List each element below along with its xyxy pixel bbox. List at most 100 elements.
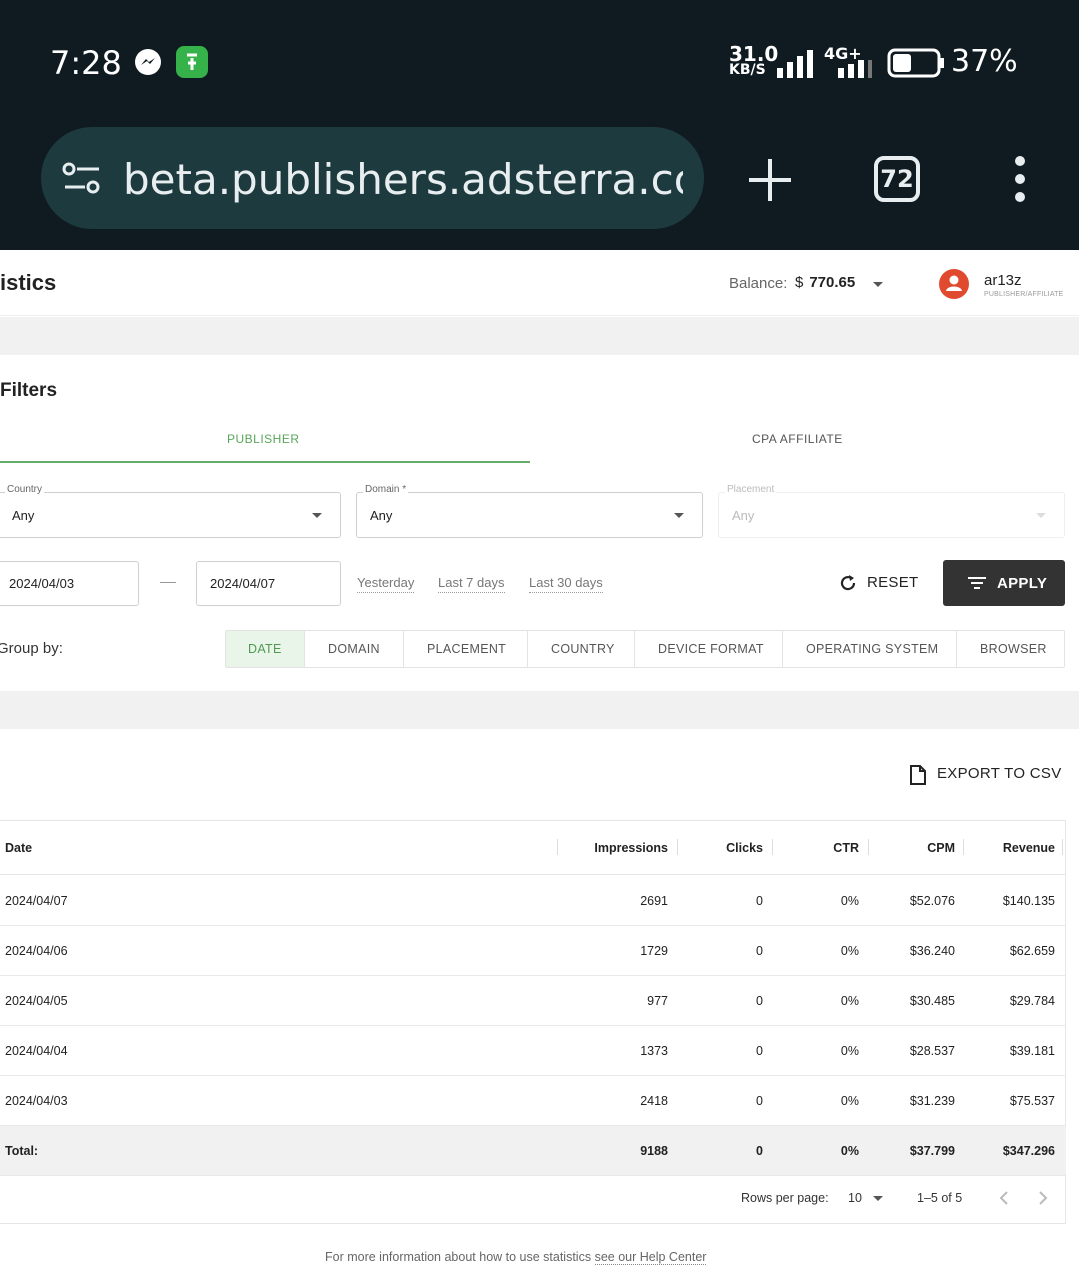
total-clicks: 0	[756, 1144, 763, 1158]
cell-revenue: $75.537	[1009, 1094, 1055, 1108]
rows-per-page-value: 10	[848, 1191, 862, 1205]
pagination: Rows per page: 10 1–5 of 5	[0, 1171, 1066, 1223]
total-cpm: $37.799	[909, 1144, 955, 1158]
quick-range-last-30-days[interactable]: Last 30 days	[529, 575, 603, 593]
table-row: 2024/04/03 2418 0 0% $31.239 $75.537	[0, 1076, 1066, 1126]
balance-value[interactable]: $770.65	[795, 274, 855, 291]
cell-date: 2024/04/04	[5, 1044, 68, 1058]
column-divider	[557, 839, 558, 855]
rows-per-page-label: Rows per page:	[741, 1191, 829, 1205]
cell-clicks: 0	[756, 1094, 763, 1108]
group-by-placement[interactable]: PLACEMENT	[404, 631, 528, 667]
cell-revenue: $39.181	[1009, 1044, 1055, 1058]
cell-ctr: 0%	[840, 1094, 859, 1108]
column-ctr[interactable]: CTR	[833, 841, 859, 855]
country-label: Country	[5, 484, 45, 495]
column-date[interactable]: Date	[5, 841, 32, 855]
avatar[interactable]	[939, 269, 969, 299]
battery-icon	[887, 48, 944, 78]
new-tab-icon[interactable]	[745, 155, 795, 205]
group-by-browser[interactable]: BROWSER	[957, 631, 1064, 667]
quick-range-yesterday[interactable]: Yesterday	[357, 575, 415, 593]
cell-date: 2024/04/07	[5, 894, 68, 908]
site-settings-icon[interactable]	[61, 161, 103, 195]
chevron-left-icon[interactable]	[998, 1190, 1010, 1206]
column-divider	[772, 839, 773, 855]
placement-value: Any	[732, 508, 755, 523]
quick-range-last-7-days[interactable]: Last 7 days	[438, 575, 505, 593]
refresh-icon	[840, 575, 856, 591]
table-row: 2024/04/06 1729 0 0% $36.240 $62.659	[0, 926, 1066, 976]
balance-currency: $	[795, 274, 804, 291]
cell-ctr: 0%	[840, 944, 859, 958]
cell-impressions: 1373	[640, 1044, 668, 1058]
apply-label: APPLY	[997, 575, 1048, 592]
user-role: PUBLISHER/AFFILIATE	[984, 291, 1064, 298]
help-center-link[interactable]: see our Help Center	[594, 1250, 707, 1265]
rows-per-page-select[interactable]: 10	[848, 1191, 884, 1205]
active-tab-indicator	[0, 461, 530, 463]
page-title: istics	[0, 270, 57, 295]
group-by-country[interactable]: COUNTRY	[528, 631, 635, 667]
url-bar[interactable]: beta.publishers.adsterra.com/s	[41, 127, 704, 229]
cell-cpm: $28.537	[909, 1044, 955, 1058]
balance-amount: 770.65	[809, 274, 856, 291]
cell-clicks: 0	[756, 1044, 763, 1058]
date-from-value: 2024/04/03	[9, 576, 75, 591]
tab-publisher[interactable]: PUBLISHER	[227, 432, 300, 446]
cell-cpm: $31.239	[909, 1094, 955, 1108]
network-speed: 31.0 KB/S	[729, 42, 779, 78]
cell-date: 2024/04/05	[5, 994, 68, 1008]
placement-select: Placement Any	[718, 484, 1065, 538]
status-bar: 7:28 31.0 KB/S 4G+ 37%	[0, 30, 1079, 94]
browser-chrome: 7:28 31.0 KB/S 4G+ 37% beta.publishers.a…	[0, 0, 1079, 250]
cell-cpm: $30.485	[909, 994, 955, 1008]
date-from-field[interactable]: 2024/04/03	[0, 561, 139, 606]
column-impressions[interactable]: Impressions	[594, 841, 668, 855]
date-to-field[interactable]: 2024/04/07	[196, 561, 341, 606]
signal-4g-icon	[838, 60, 872, 78]
table-row: 2024/04/07 2691 0 0% $52.076 $140.135	[0, 876, 1066, 926]
apply-button[interactable]: APPLY	[943, 560, 1065, 606]
user-name[interactable]: ar13z	[984, 272, 1022, 289]
cell-impressions: 1729	[640, 944, 668, 958]
reset-label: RESET	[867, 574, 919, 591]
cell-ctr: 0%	[840, 994, 859, 1008]
total-revenue: $347.296	[1002, 1144, 1055, 1158]
export-csv-label: EXPORT TO CSV	[937, 765, 1062, 782]
browser-menu-icon[interactable]	[1010, 155, 1030, 203]
group-by-date[interactable]: DATE	[226, 631, 305, 667]
file-icon	[910, 765, 926, 785]
cell-clicks: 0	[756, 894, 763, 908]
section-divider	[0, 317, 1079, 355]
balance-dropdown-icon[interactable]	[873, 282, 883, 287]
cell-revenue: $29.784	[1009, 994, 1055, 1008]
group-by-domain[interactable]: DOMAIN	[305, 631, 404, 667]
tab-cpa-affiliate[interactable]: CPA AFFILIATE	[752, 432, 843, 446]
chevron-down-icon	[873, 1196, 884, 1202]
date-to-value: 2024/04/07	[210, 576, 276, 591]
column-divider	[963, 839, 964, 855]
date-range-separator	[160, 582, 176, 583]
column-cpm[interactable]: CPM	[927, 841, 955, 855]
column-clicks[interactable]: Clicks	[726, 841, 763, 855]
cell-impressions: 977	[647, 994, 668, 1008]
domain-select[interactable]: Domain * Any	[356, 484, 703, 538]
domain-label: Domain *	[363, 484, 409, 495]
placement-label: Placement	[725, 484, 777, 495]
group-by-device-format[interactable]: DEVICE FORMAT	[635, 631, 783, 667]
column-revenue[interactable]: Revenue	[1003, 841, 1055, 855]
domain-value: Any	[370, 508, 393, 523]
total-ctr: 0%	[840, 1144, 859, 1158]
url-text[interactable]: beta.publishers.adsterra.com/s	[123, 155, 683, 204]
tab-switcher-button[interactable]: 72	[874, 156, 920, 202]
user-icon	[946, 275, 962, 291]
chevron-right-icon[interactable]	[1037, 1190, 1049, 1206]
group-by-operating-system[interactable]: OPERATING SYSTEM	[783, 631, 957, 667]
group-by-label: Group by:	[0, 640, 63, 657]
total-label: Total:	[5, 1144, 39, 1158]
country-select[interactable]: Country Any	[0, 484, 341, 538]
filter-icon	[968, 577, 986, 589]
column-divider	[1062, 839, 1063, 855]
table-header: Date Impressions Clicks CTR CPM Revenue	[0, 821, 1066, 875]
